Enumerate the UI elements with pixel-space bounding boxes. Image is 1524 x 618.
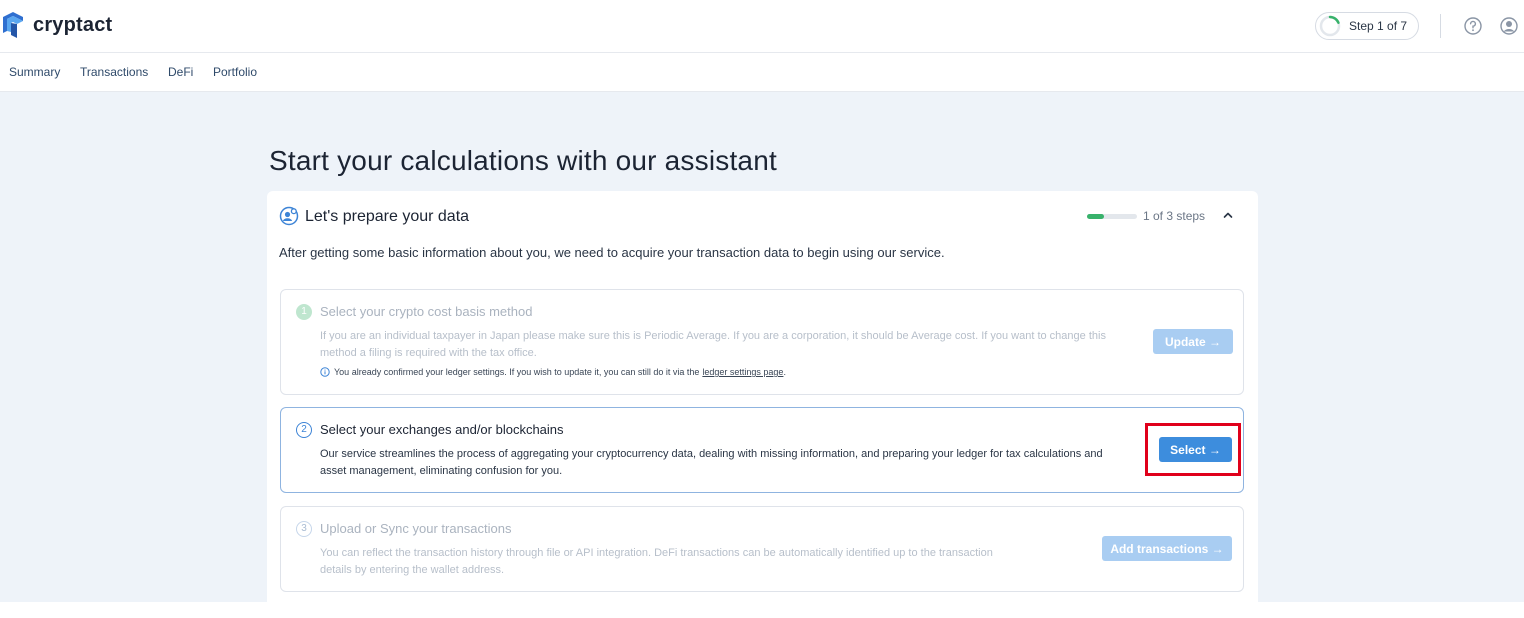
step-note: You already confirmed your ledger settin… <box>320 367 786 377</box>
add-transactions-button[interactable]: Add transactions → <box>1102 536 1232 561</box>
step-item-exchanges: 2 Select your exchanges and/or blockchai… <box>280 407 1244 493</box>
step-indicator-label: Step 1 of 7 <box>1349 19 1408 33</box>
select-button-highlight <box>1145 423 1241 476</box>
main-nav: Summary Transactions DeFi Portfolio <box>0 53 1524 92</box>
step-title: Upload or Sync your transactions <box>320 521 512 536</box>
step-description: If you are an individual taxpayer in Jap… <box>320 330 1106 359</box>
step-number-badge: 2 <box>296 422 312 438</box>
ledger-settings-link[interactable]: ledger settings page <box>702 367 783 377</box>
steps-progress-bar <box>1087 214 1137 219</box>
step-item-cost-basis: 1 Select your crypto cost basis method I… <box>280 289 1244 395</box>
step-note-text: You already confirmed your ledger settin… <box>334 367 700 377</box>
prepare-data-card: Let's prepare your data 1 of 3 steps Aft… <box>267 191 1258 611</box>
logo[interactable]: cryptact <box>3 12 112 38</box>
step-description: Our service streamlines the process of a… <box>320 448 1103 477</box>
card-description: After getting some basic information abo… <box>279 245 945 260</box>
cryptact-logo-icon <box>3 12 23 38</box>
step-title: Select your exchanges and/or blockchains <box>320 422 564 437</box>
step-number-badge: 3 <box>296 521 312 537</box>
nav-portfolio[interactable]: Portfolio <box>213 65 257 79</box>
step-number-badge: 1 <box>296 304 312 320</box>
info-icon <box>320 367 330 377</box>
top-bar: cryptact Step 1 of 7 <box>0 0 1524 53</box>
step-progress-ring-icon <box>1319 15 1341 37</box>
update-button[interactable]: Update → <box>1153 329 1233 354</box>
steps-progress-fill <box>1087 214 1104 219</box>
step-description: You can reflect the transaction history … <box>320 547 993 576</box>
nav-transactions[interactable]: Transactions <box>80 65 148 79</box>
step-item-upload: 3 Upload or Sync your transactions You c… <box>280 506 1244 592</box>
step-note-end: . <box>783 367 786 377</box>
step-title: Select your crypto cost basis method <box>320 304 533 319</box>
nav-summary[interactable]: Summary <box>9 65 60 79</box>
card-title: Let's prepare your data <box>305 208 470 225</box>
chevron-up-icon[interactable] <box>1222 209 1234 221</box>
nav-defi[interactable]: DeFi <box>168 65 193 79</box>
help-circle-icon[interactable] <box>1463 16 1483 36</box>
logo-text: cryptact <box>33 13 113 36</box>
steps-progress-label: 1 of 3 steps <box>1143 209 1206 223</box>
header-divider <box>1440 14 1441 38</box>
main-content: Start your calculations with our assista… <box>0 92 1524 611</box>
page-title: Start your calculations with our assista… <box>269 145 777 176</box>
user-account-icon[interactable] <box>1499 16 1519 36</box>
user-settings-icon <box>279 206 299 226</box>
step-indicator[interactable]: Step 1 of 7 <box>1315 12 1419 40</box>
